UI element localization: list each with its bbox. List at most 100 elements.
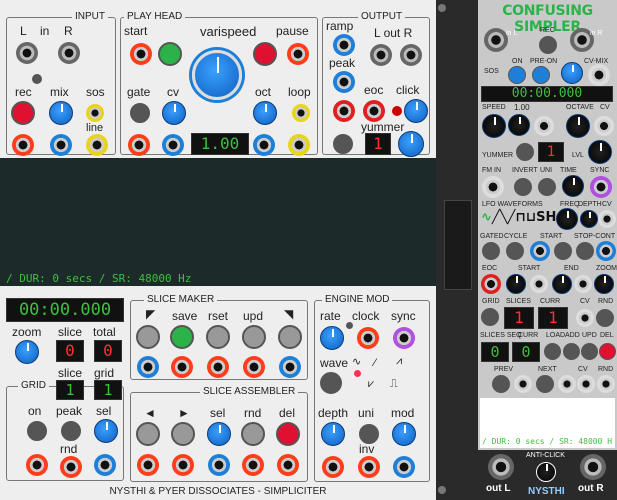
rset-jack[interactable]: [207, 356, 229, 378]
cs-next-button[interactable]: [536, 375, 554, 393]
wave-button[interactable]: [320, 372, 342, 394]
rset-button[interactable]: [206, 325, 230, 349]
varispeed-knob[interactable]: [192, 50, 242, 100]
assembler-sel-knob[interactable]: [207, 422, 231, 446]
cs-depth-knob[interactable]: [580, 210, 598, 228]
cs-start-button[interactable]: [554, 242, 572, 260]
pause-button[interactable]: [253, 42, 277, 66]
cs-zoom-knob[interactable]: [594, 274, 614, 294]
peak-jack[interactable]: [333, 71, 355, 93]
cs-gated-button[interactable]: [482, 242, 500, 260]
cs-invert-button[interactable]: [514, 178, 532, 196]
cs-eoc-jack[interactable]: [481, 274, 501, 294]
cs-stop-button[interactable]: [576, 242, 594, 260]
zoom-knob[interactable]: [15, 340, 39, 364]
prev-jack[interactable]: [137, 454, 159, 476]
uni-button[interactable]: [359, 424, 379, 444]
cs-rec-button[interactable]: [539, 36, 557, 54]
cs-stop-cont-jack[interactable]: [596, 241, 616, 261]
cs-speed-knob[interactable]: [482, 114, 506, 138]
input-l-jack[interactable]: [16, 42, 38, 64]
depth-knob[interactable]: [321, 422, 345, 446]
del-button[interactable]: [276, 422, 300, 446]
start-button[interactable]: [158, 42, 182, 66]
cs-speed-fine-knob[interactable]: [508, 114, 530, 136]
sync-jack[interactable]: [393, 327, 415, 349]
cs-next-jack[interactable]: [558, 375, 576, 393]
cs-octave-cv-jack[interactable]: [594, 116, 614, 136]
cs-rnd-button[interactable]: [596, 309, 614, 327]
prev-button[interactable]: [136, 422, 160, 446]
del-jack[interactable]: [277, 454, 299, 476]
save-button[interactable]: [170, 325, 194, 349]
rec-button[interactable]: [11, 101, 35, 125]
inv-jack[interactable]: [358, 456, 380, 478]
cs-start-knob[interactable]: [506, 274, 526, 294]
sel-jack[interactable]: [94, 454, 116, 476]
cs-cycle-button[interactable]: [506, 242, 524, 260]
mix-knob[interactable]: [49, 101, 73, 125]
ramp-jack[interactable]: [333, 34, 355, 56]
out-r-jack[interactable]: [400, 44, 422, 66]
grid-on-jack[interactable]: [26, 454, 48, 476]
cs-add-button[interactable]: [563, 343, 580, 360]
cs-upd-button[interactable]: [581, 343, 598, 360]
gate-jack[interactable]: [128, 134, 150, 156]
cs-start-cv-jack[interactable]: [530, 275, 548, 293]
input-r-jack[interactable]: [58, 42, 80, 64]
end-marker-button[interactable]: [278, 325, 302, 349]
pause-jack[interactable]: [287, 43, 309, 65]
eoc-jack[interactable]: [333, 100, 355, 122]
end-marker-jack[interactable]: [279, 356, 301, 378]
cs-anti-click-knob[interactable]: [536, 462, 556, 482]
cs-uni-button[interactable]: [538, 178, 556, 196]
next-button[interactable]: [171, 422, 195, 446]
cv-jack[interactable]: [162, 134, 184, 156]
peak-button[interactable]: [61, 421, 81, 441]
click-knob[interactable]: [404, 99, 428, 123]
cs-out-r-jack[interactable]: [580, 454, 606, 480]
cv-knob[interactable]: [162, 101, 186, 125]
rec-gate-jack[interactable]: [12, 134, 34, 156]
start-marker-button[interactable]: [136, 325, 160, 349]
cs-seq-rnd-jack[interactable]: [597, 375, 615, 393]
sel-knob[interactable]: [94, 419, 118, 443]
loop-cv-jack[interactable]: [288, 134, 310, 156]
cs-lvl-knob[interactable]: [588, 140, 612, 164]
eoc2-jack[interactable]: [363, 100, 385, 122]
assembler-rnd-button[interactable]: [241, 422, 265, 446]
rnd-jack[interactable]: [60, 456, 82, 478]
out-l-jack[interactable]: [370, 44, 392, 66]
cs-out-l-jack[interactable]: [488, 454, 514, 480]
waveform-display[interactable]: [0, 158, 436, 286]
cs-end-cv-jack[interactable]: [574, 275, 592, 293]
mod-jack[interactable]: [393, 456, 415, 478]
loop-jack[interactable]: [292, 104, 310, 122]
assembler-sel-jack[interactable]: [208, 454, 230, 476]
cs-cv-mix-jack[interactable]: [588, 64, 610, 86]
cs-lfo-cv-jack[interactable]: [598, 210, 616, 228]
cs-load-button[interactable]: [544, 343, 561, 360]
cs-seq-cv-jack[interactable]: [577, 375, 595, 393]
yummer-knob[interactable]: [398, 131, 424, 157]
cs-fmin-jack[interactable]: [482, 176, 504, 198]
oct-knob[interactable]: [253, 101, 277, 125]
cs-time-knob[interactable]: [562, 175, 584, 197]
cs-speed-cv-jack[interactable]: [534, 116, 554, 136]
gate-button[interactable]: [130, 103, 150, 123]
grid-on-button[interactable]: [27, 421, 47, 441]
cs-curr-cv-jack[interactable]: [576, 309, 594, 327]
cs-octave-knob[interactable]: [566, 114, 590, 138]
cs-on-button[interactable]: [508, 66, 526, 84]
upd-button[interactable]: [242, 325, 266, 349]
next-jack[interactable]: [172, 454, 194, 476]
mod-knob[interactable]: [392, 422, 416, 446]
upd-jack[interactable]: [243, 356, 265, 378]
cs-grid-button[interactable]: [481, 308, 499, 326]
cs-yummer-button[interactable]: [516, 143, 534, 161]
cs-mix-knob[interactable]: [561, 62, 583, 84]
clock-jack[interactable]: [357, 327, 379, 349]
sos-jack[interactable]: [86, 104, 104, 122]
mix-cv-jack[interactable]: [50, 134, 72, 156]
cs-sync-jack[interactable]: [590, 176, 612, 198]
